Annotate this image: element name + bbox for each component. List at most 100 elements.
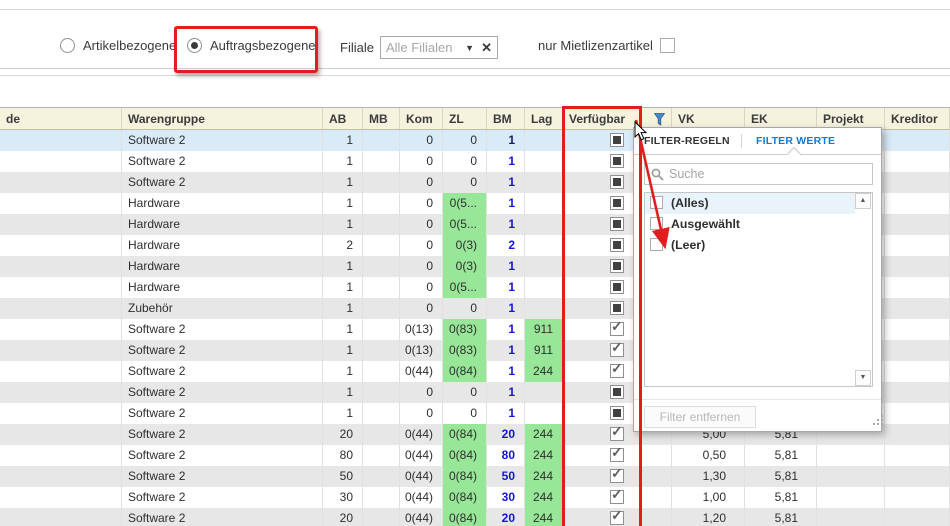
filter-value-item[interactable]: Ausgewählt [645,214,872,235]
column-header-vk[interactable]: VK [672,108,745,129]
cell-zl: 0(5... [443,193,487,214]
verfuegbar-checkbox-indeterminate[interactable] [610,280,624,294]
cell-bm: 1 [487,214,525,235]
radio-artikelbezogene[interactable]: Artikelbezogene [60,38,176,53]
cell-mb [363,403,400,424]
cell-bm: 20 [487,424,525,445]
table-row[interactable]: Software 2200(44)0(84)20244✓1,205,81 [0,508,950,526]
verfuegbar-checkbox-indeterminate[interactable] [610,154,624,168]
verfuegbar-checkbox-indeterminate[interactable] [610,301,624,315]
filter-search-input[interactable]: Suche [644,163,873,185]
filter-value-item[interactable]: (Leer) [645,235,872,256]
verfuegbar-checkbox-indeterminate[interactable] [610,406,624,420]
filter-funnel-icon[interactable] [654,113,665,126]
verfuegbar-checkbox-checked[interactable]: ✓ [610,469,624,483]
column-header-chk[interactable]: Verfügbar [563,108,672,129]
column-header-bm[interactable]: BM [487,108,525,129]
mietlizenz-checkbox[interactable] [660,38,675,53]
verfuegbar-checkbox-checked[interactable]: ✓ [610,511,624,525]
column-header-mb[interactable]: MB [363,108,400,129]
cell-ab: 50 [323,466,363,487]
cell-ab: 1 [323,256,363,277]
table-row[interactable]: Software 2800(44)0(84)80244✓0,505,81 [0,445,950,466]
column-header-kreditor[interactable]: Kreditor [885,108,950,129]
cell-bm: 1 [487,130,525,151]
divider [0,75,950,76]
verfuegbar-checkbox-indeterminate[interactable] [610,238,624,252]
clear-filiale-icon[interactable]: ✕ [481,40,492,56]
cell-ek: 5,81 [745,466,817,487]
tab-filter-werte[interactable]: FILTER WERTE [756,135,835,147]
scroll-up-icon[interactable]: ▲ [855,193,871,209]
cell-ek: 5,81 [745,508,817,526]
column-header-ab[interactable]: AB [323,108,363,129]
radio-auftragsbezogene[interactable]: Auftragsbezogene [187,38,316,53]
filter-entfernen-button[interactable]: Filter entfernen [644,406,756,428]
table-row[interactable]: Software 2500(44)0(84)50244✓1,305,81 [0,466,950,487]
cell-bm: 1 [487,256,525,277]
resize-grip[interactable] [873,423,875,425]
column-header-projekt[interactable]: Projekt [817,108,885,129]
cell-ab: 1 [323,403,363,424]
column-header-zl[interactable]: ZL [443,108,487,129]
verfuegbar-checkbox-checked[interactable]: ✓ [610,448,624,462]
cell-wg: Software 2 [122,382,323,403]
cell-de [0,340,122,361]
cell-wg: Software 2 [122,445,323,466]
app-window: Artikelbezogene Auftragsbezogene Filiale… [0,0,950,526]
verfuegbar-checkbox-indeterminate[interactable] [610,196,624,210]
column-header-lag[interactable]: Lag [525,108,563,129]
radio-auftragsbezogene-label: Auftragsbezogene [210,38,316,53]
cell-ab: 20 [323,508,363,526]
cell-ab: 2 [323,235,363,256]
cell-kreditor [885,466,950,487]
cell-ab: 1 [323,172,363,193]
cell-zl: 0(83) [443,340,487,361]
verfuegbar-checkbox-indeterminate[interactable] [610,217,624,231]
verfuegbar-checkbox-indeterminate[interactable] [610,259,624,273]
cell-lag: 911 [525,340,563,361]
filter-item-checkbox[interactable] [650,238,663,251]
chevron-down-icon[interactable]: ▼ [465,43,474,53]
cell-mb [363,256,400,277]
radio-circle-icon[interactable] [60,38,75,53]
cell-ab: 30 [323,487,363,508]
verfuegbar-checkbox-checked[interactable]: ✓ [610,427,624,441]
filter-item-checkbox[interactable] [650,196,663,209]
verfuegbar-checkbox-checked[interactable]: ✓ [610,343,624,357]
cell-kom: 0(44) [400,487,443,508]
radio-circle-selected-icon[interactable] [187,38,202,53]
column-header-wg[interactable]: Warengruppe [122,108,323,129]
tab-divider [741,134,742,148]
column-header-ek[interactable]: EK [745,108,817,129]
cell-kom: 0 [400,298,443,319]
verfuegbar-checkbox-checked[interactable]: ✓ [610,490,624,504]
mietlizenz-label: nur Mietlizenzartikel [538,38,653,53]
scrollbar[interactable]: ▲ ▼ [855,193,872,386]
verfuegbar-checkbox-indeterminate[interactable] [610,175,624,189]
filter-value-item[interactable]: (Alles) [645,193,872,214]
cell-wg: Software 2 [122,151,323,172]
scroll-down-icon[interactable]: ▼ [855,370,871,386]
cell-wg: Hardware [122,214,323,235]
active-tab-notch [787,147,801,161]
filiale-select[interactable]: Alle Filialen ▼ ✕ [380,36,498,59]
cell-de [0,214,122,235]
filter-item-checkbox[interactable] [650,217,663,230]
cell-zl: 0(84) [443,361,487,382]
cell-lag: 244 [525,508,563,526]
cell-lag [525,403,563,424]
cell-mb [363,382,400,403]
cell-de [0,466,122,487]
column-header-de[interactable]: de [0,108,122,129]
column-header-kom[interactable]: Kom [400,108,443,129]
table-row[interactable]: Software 2300(44)0(84)30244✓1,005,81 [0,487,950,508]
tab-filter-regeln[interactable]: FILTER-REGELN [644,135,730,147]
cell-wg: Software 2 [122,508,323,526]
cell-bm: 1 [487,172,525,193]
verfuegbar-checkbox-checked[interactable]: ✓ [610,364,624,378]
cell-chk: ✓ [563,466,672,487]
verfuegbar-checkbox-checked[interactable]: ✓ [610,322,624,336]
verfuegbar-checkbox-indeterminate[interactable] [610,133,624,147]
verfuegbar-checkbox-indeterminate[interactable] [610,385,624,399]
